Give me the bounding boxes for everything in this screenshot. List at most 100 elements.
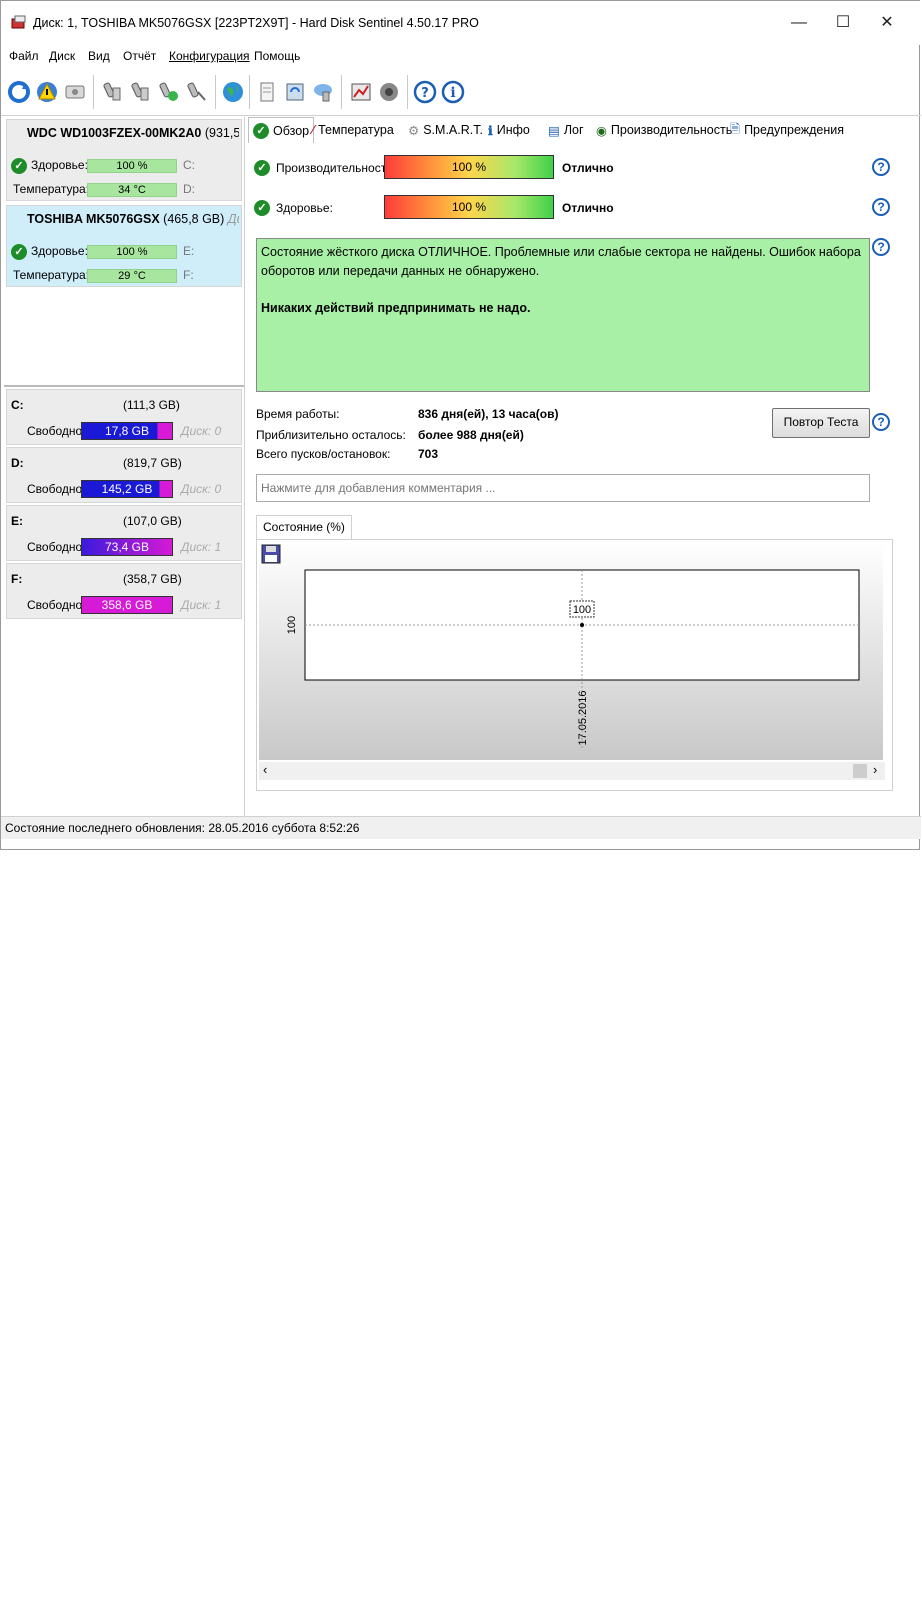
free-space-bar: 358,6 GB — [81, 596, 173, 614]
info-icon[interactable]: i — [439, 77, 467, 107]
gauge-icon: ◉ — [596, 123, 607, 138]
tab-smart[interactable]: ⚙ S.M.A.R.T. — [404, 117, 487, 143]
disk-card-selected[interactable]: TOSHIBA MK5076GSX (465,8 GB) Диск: 1 ✓ З… — [6, 205, 242, 287]
health-label: Здоровье: — [31, 158, 88, 172]
report-icon[interactable] — [253, 77, 281, 107]
disk-list-pane: WDC WD1003FZEX-00MK2A0 (931,5 GB) Д ✓ Зд… — [4, 117, 245, 817]
toolbar-separator — [93, 75, 94, 109]
cloud-icon[interactable] — [309, 77, 337, 107]
tab-label: S.M.A.R.T. — [423, 123, 483, 137]
scroll-thumb[interactable] — [853, 764, 867, 778]
document-icon: 🗎 — [730, 121, 741, 136]
save-icon[interactable] — [261, 544, 281, 564]
menu-file[interactable]: Файл — [9, 49, 39, 63]
tab-label: Производительность — [610, 123, 733, 137]
remaining-value: более 988 дня(ей) — [418, 428, 524, 442]
help-icon[interactable]: ? — [872, 198, 890, 216]
disk-icon[interactable] — [61, 77, 89, 107]
test-icon-1[interactable] — [99, 77, 127, 107]
test-icon-2[interactable] — [127, 77, 155, 107]
status-bar: Состояние последнего обновления: 28.05.2… — [1, 816, 921, 839]
chart-tab[interactable]: Состояние (%) — [256, 515, 352, 540]
data-point — [580, 623, 584, 627]
test-icon-4[interactable] — [183, 77, 211, 107]
title-bar[interactable]: Диск: 1, TOSHIBA MK5076GSX [223PT2X9T] -… — [1, 1, 921, 45]
tab-warnings[interactable]: 🗎 Предупреждения — [726, 117, 848, 143]
tab-bar: ✓ Обзор ⁄ Температура ⚙ S.M.A.R.T. ℹ Инф… — [246, 117, 922, 145]
volume-letter: F: — [11, 572, 23, 586]
data-label: 100 — [573, 604, 591, 616]
free-space-bar: 73,4 GB — [81, 538, 173, 556]
uptime-label: Время работы: — [256, 407, 340, 421]
log-icon: ▤ — [548, 123, 560, 138]
menu-view[interactable]: Вид — [88, 49, 110, 63]
volume-card-d[interactable]: D: (819,7 GB) Свободно 145,2 GB Диск: 0 — [6, 447, 242, 503]
drive-letter: D: — [183, 182, 195, 196]
menu-help[interactable]: Помощь — [254, 49, 300, 63]
help-icon[interactable]: ? — [872, 413, 890, 431]
menu-disk[interactable]: Диск — [49, 49, 75, 63]
tab-info[interactable]: ℹ Инфо — [484, 117, 534, 143]
smart-icon: ⚙ — [408, 123, 420, 138]
globe-icon[interactable] — [219, 77, 247, 107]
health-label: Здоровье: — [276, 201, 333, 215]
menu-configuration[interactable]: Конфигурация — [169, 49, 250, 63]
help-icon[interactable]: ? — [872, 158, 890, 176]
tab-label: Инфо — [496, 123, 530, 137]
check-icon: ✓ — [253, 122, 269, 139]
temperature-bar: 29 °C — [87, 269, 177, 283]
performance-status: Отлично — [562, 161, 614, 175]
volume-card-e[interactable]: E: (107,0 GB) Свободно 73,4 GB Диск: 1 — [6, 505, 242, 561]
drive-letter: E: — [183, 244, 195, 258]
volume-size: (107,0 GB) — [123, 514, 182, 528]
volume-size: (111,3 GB) — [123, 398, 180, 412]
help-icon[interactable]: ? — [411, 77, 439, 107]
app-window: Диск: 1, TOSHIBA MK5076GSX [223PT2X9T] -… — [0, 0, 922, 850]
help-icon[interactable]: ? — [872, 238, 890, 256]
chart-icon[interactable] — [347, 77, 375, 107]
scroll-right-icon[interactable]: › — [873, 762, 877, 777]
performance-ok-icon: ✓ — [254, 160, 270, 176]
close-button[interactable]: ✕ — [865, 9, 909, 37]
test-icon-3[interactable] — [155, 77, 183, 107]
tab-performance[interactable]: ◉ Производительность — [592, 117, 736, 143]
tab-overview[interactable]: ✓ Обзор — [248, 117, 315, 143]
uptime-value: 836 дня(ей), 13 часа(ов) — [418, 407, 559, 421]
volume-card-f[interactable]: F: (358,7 GB) Свободно 358,6 GB Диск: 1 — [6, 563, 242, 619]
disk-card[interactable]: WDC WD1003FZEX-00MK2A0 (931,5 GB) Д ✓ Зд… — [6, 119, 242, 201]
comment-input[interactable] — [256, 474, 870, 502]
volume-disk: Диск: 1 — [181, 540, 222, 554]
refresh-icon[interactable] — [5, 77, 33, 107]
health-ok-icon: ✓ — [11, 244, 27, 260]
info-icon: ℹ — [488, 123, 493, 138]
tab-temperature[interactable]: ⁄ Температура — [308, 117, 398, 143]
performance-bar: 100 % — [384, 155, 554, 179]
y-tick-label: 100 — [286, 616, 298, 634]
free-label: Свободно — [27, 482, 83, 496]
toolbar: ? i — [1, 69, 921, 116]
volume-size: (358,7 GB) — [123, 572, 182, 586]
chart-area: 100 100 17.05.2016 ‹ › — [256, 539, 893, 791]
volume-letter: D: — [11, 456, 24, 470]
volume-card-c[interactable]: C: (111,3 GB) Свободно 17,8 GB Диск: 0 — [6, 389, 242, 445]
speaker-icon[interactable] — [375, 77, 403, 107]
toolbar-separator — [341, 75, 342, 109]
disk-name: WDC WD1003FZEX-00MK2A0 (931,5 GB) Д — [27, 126, 239, 140]
retest-button[interactable]: Повтор Теста — [772, 408, 870, 438]
health-bar: 100 % — [87, 245, 177, 259]
starts-label: Всего пусков/остановок: — [256, 447, 391, 461]
scroll-left-icon[interactable]: ‹ — [263, 762, 267, 777]
tab-label: Лог — [563, 123, 584, 137]
tab-log[interactable]: ▤ Лог — [544, 117, 588, 143]
volume-letter: C: — [11, 398, 24, 412]
health-label: Здоровье: — [31, 244, 88, 258]
sync-icon[interactable] — [281, 77, 309, 107]
svg-text:i: i — [450, 85, 455, 101]
maximize-button[interactable]: ☐ — [821, 9, 865, 37]
pane-divider — [4, 385, 244, 387]
alert-icon[interactable] — [33, 77, 61, 107]
free-label: Свободно — [27, 540, 83, 554]
minimize-button[interactable]: — — [777, 9, 821, 37]
horizontal-scrollbar[interactable]: ‹ › — [259, 762, 885, 780]
menu-report[interactable]: Отчёт — [123, 49, 156, 63]
